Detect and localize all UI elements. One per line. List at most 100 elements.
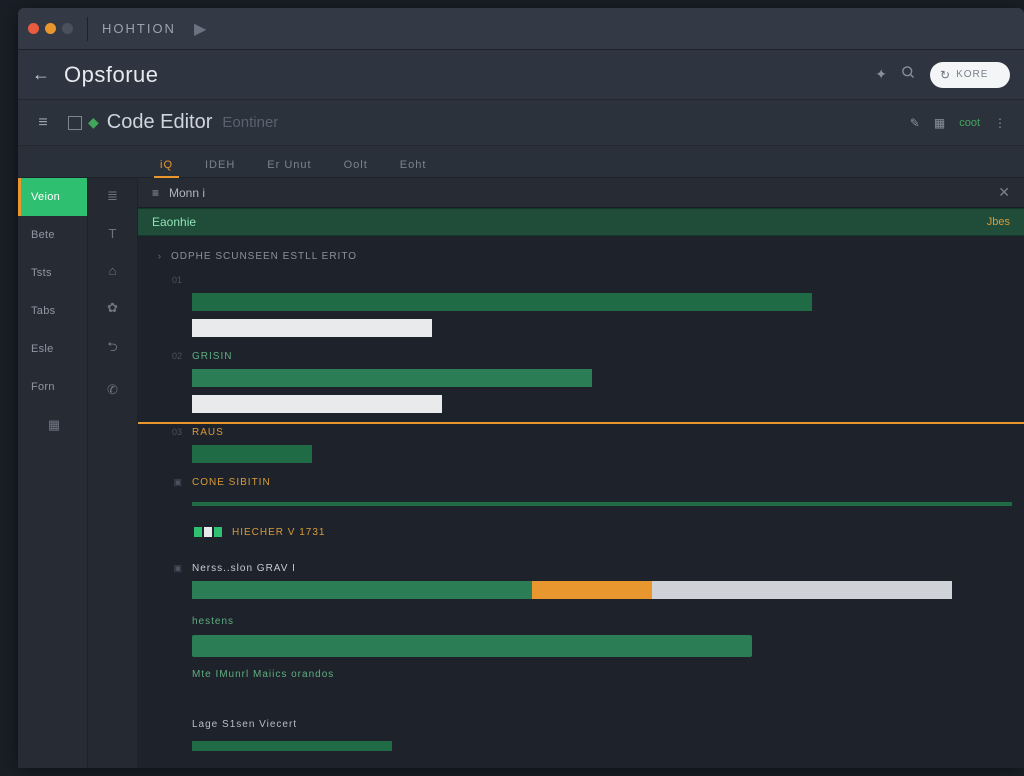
page-subtitle: Eontiner [222,114,278,131]
section-header[interactable]: Eaonhie Jbes [138,208,1024,236]
code-row: ▣ Nerss..slon GRAV I [138,556,1024,580]
code-row: HIECHER V 1731 [138,520,1024,544]
section-right-label: Jbes [987,216,1010,228]
code-row: Mte IMunrl Maiics orandos [138,662,1024,686]
code-label: ODPHE SCUNSEEN ESTLL ERITO [171,251,357,262]
code-row: › ODPHE SCUNSEEN ESTLL ERITO [138,244,1024,268]
app-body: Veion Bete Tsts Tabs Esle Forn ▦ ≣ T ⌂ ✿… [18,178,1024,768]
tab-ideh[interactable]: IDEH [191,153,249,177]
text-icon[interactable]: T [109,226,117,241]
tab-iq[interactable]: iQ [146,153,187,177]
code-label: Nerss..slon GRAV I [192,563,296,574]
breadcrumb: ≡ Monn i ✕ [138,178,1024,208]
grid-icon[interactable]: ▦ [934,116,945,130]
tool-gutter: ≣ T ⌂ ✿ ⮌ ✆ [88,178,138,768]
window-controls [28,23,73,34]
brand-title: Opsforue [64,62,159,88]
bar-segment [652,581,952,599]
pin-icon[interactable]: ✎ [910,116,920,130]
editor-body[interactable]: › ODPHE SCUNSEEN ESTLL ERITO 01 02 GRISI… [138,236,1024,768]
sidebar-item-veion[interactable]: Veion [18,178,87,216]
close-panel-icon[interactable]: ✕ [998,184,1010,201]
section-title: Eaonhie [152,215,196,229]
bar-row [192,736,1024,756]
bar-segment [192,502,1012,506]
bar-row [192,636,1024,656]
code-label: HIECHER V 1731 [232,527,325,538]
search-placeholder: KORE [956,69,988,80]
app-header: ← Opsforue ✦ ↻ KORE [18,50,1024,100]
star-icon[interactable]: ✦ [875,66,887,83]
code-label: GRISIN [192,351,232,362]
bar-segment [532,581,652,599]
code-row: 01 [138,268,1024,292]
tab-oolt[interactable]: Oolt [330,153,382,177]
search-icon[interactable] [901,65,916,85]
sub-header: ≡ ◆ Code Editor Eontiner ✎ ▦ coot ⋮ [18,100,1024,146]
phone-icon[interactable]: ✆ [107,382,118,398]
bar-row [192,394,1024,414]
code-label: hestens [192,616,234,627]
sidebar: Veion Bete Tsts Tabs Esle Forn ▦ [18,178,88,768]
minimize-icon[interactable] [45,23,56,34]
sidebar-item-bete[interactable]: Bete [18,216,87,254]
bar-row [192,318,1024,338]
gear-icon[interactable]: ✿ [107,300,118,316]
code-label: RAUS [192,427,224,438]
maximize-icon[interactable] [62,23,73,34]
line-badge: ▣ [158,563,182,574]
list-icon[interactable]: ≡ [152,186,159,200]
search-input[interactable]: ↻ KORE [930,62,1010,88]
code-row: 02 GRISIN [138,344,1024,368]
bar-segment [192,395,442,413]
sidebar-item-esle[interactable]: Esle [18,330,87,368]
bar-row [192,368,1024,388]
code-label: CONE SIBITIN [192,477,271,488]
tab-unut[interactable]: Er Unut [253,153,325,177]
breadcrumb-label: Monn i [169,186,205,200]
app-window: HOHTION ▶ ← Opsforue ✦ ↻ KORE ≡ ◆ Code E… [18,8,1024,768]
back-button[interactable]: ← [32,64,50,85]
list-icon[interactable]: ≣ [107,188,118,204]
sidebar-grid-icon[interactable]: ▦ [18,406,87,444]
more-icon[interactable]: ⋮ [994,116,1006,130]
bar-segment [192,445,312,463]
sidebar-item-tsts[interactable]: Tsts [18,254,87,292]
diamond-icon: ◆ [88,114,99,131]
code-label: Lage S1sen Viecert [192,719,297,730]
bar-row [192,444,1024,464]
titlebar: HOHTION ▶ [18,8,1024,50]
bar-segment [192,635,752,657]
tag-icon[interactable]: ⌂ [109,263,117,278]
bar-segment [192,319,432,337]
code-label: Mte IMunrl Maiics orandos [192,669,334,680]
editor-pane: ≡ Monn i ✕ Eaonhie Jbes › ODPHE SCUNSEEN… [138,178,1024,768]
close-icon[interactable] [28,23,39,34]
bar-segment [192,369,592,387]
stop-icon[interactable] [68,116,82,130]
bar-row [192,580,1024,600]
code-row: Lage S1sen Viecert [138,712,1024,736]
sidebar-item-forn[interactable]: Forn [18,368,87,406]
editor-tabs: iQ IDEH Er Unut Oolt Eoht [18,146,1024,178]
bar-segment [192,293,812,311]
status-blocks [194,527,222,537]
bar-row [192,494,1024,514]
divider [87,17,88,41]
chevron-right-icon[interactable]: › [158,251,161,261]
tab-eoht[interactable]: Eoht [386,153,441,177]
link-icon[interactable]: ⮌ [107,338,117,360]
bar-row [192,292,1024,312]
titlebar-label: HOHTION [102,21,176,36]
sidebar-item-tabs[interactable]: Tabs [18,292,87,330]
bar-segment [192,741,392,751]
line-badge: ▣ [158,477,182,488]
play-icon[interactable]: ▶ [194,19,206,39]
code-row: hestens [138,606,1024,636]
highlight-line [138,422,1024,424]
menu-icon[interactable]: ≡ [38,114,47,132]
page-title: Code Editor [107,111,213,134]
status-text: coot [959,117,980,129]
refresh-icon: ↻ [940,68,950,82]
bar-segment [192,581,532,599]
